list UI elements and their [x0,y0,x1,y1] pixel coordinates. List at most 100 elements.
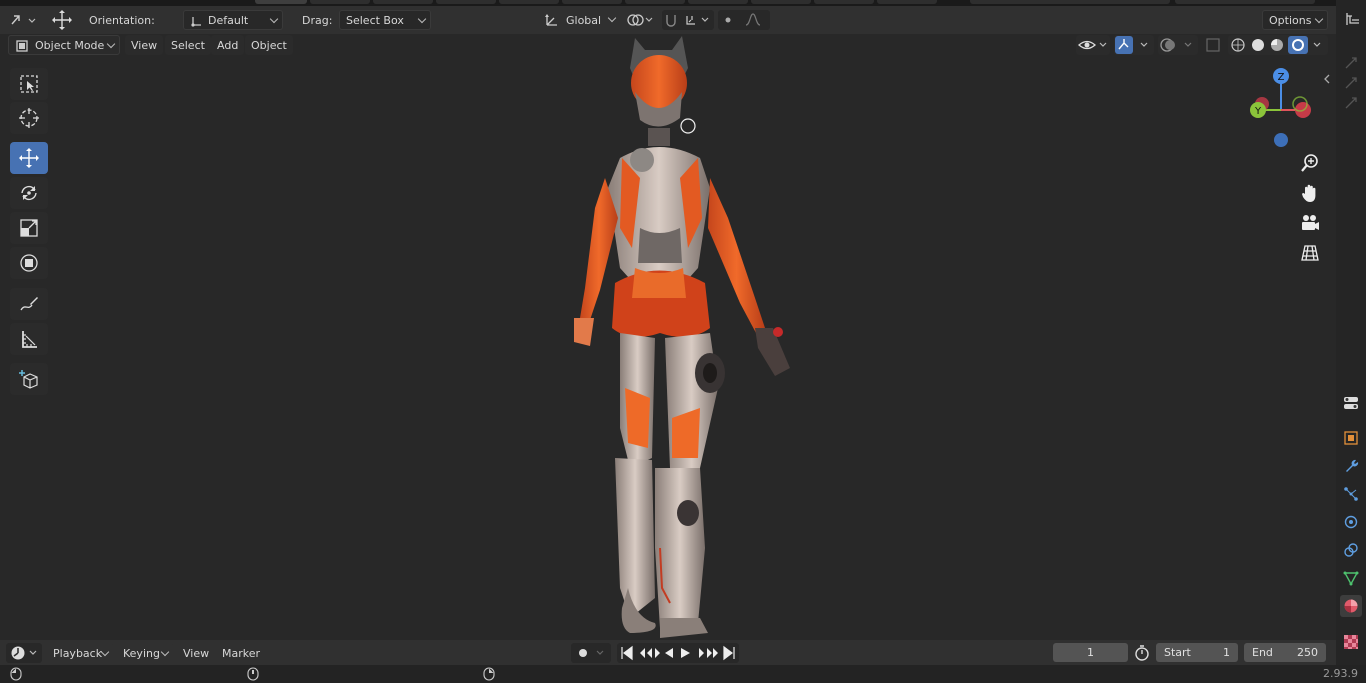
current-frame-field[interactable]: 1 [1053,643,1128,662]
mouse-left-icon [10,667,22,681]
gizmo-toggle[interactable] [1114,35,1154,55]
outliner-editor-icon[interactable] [1342,8,1364,30]
sidebar-toggle-icon[interactable] [1322,73,1332,85]
move-tool[interactable] [10,142,48,174]
xray-toggle[interactable] [1204,35,1224,55]
constraints-icon[interactable] [1340,539,1362,561]
keying-menu[interactable]: Keying [116,643,174,663]
chevron-down-icon [1314,14,1324,24]
menu-add-label: Add [217,38,239,52]
restrict-select-icon[interactable] [1340,72,1362,94]
workspace-tab[interactable] [499,0,559,4]
chevron-down-icon [106,39,116,49]
workspace-tab[interactable] [877,0,937,4]
playback-controls[interactable] [617,643,739,663]
character-model[interactable] [560,28,810,638]
visibility-dropdown[interactable] [1076,35,1110,55]
select-box-tool[interactable] [10,68,48,100]
proportional-edit-icon [725,13,761,26]
workspace-tab[interactable] [814,0,874,4]
transform-tool[interactable] [10,247,48,279]
proportional-edit-toggle[interactable] [718,10,770,30]
move-icon [19,148,39,168]
annotate-tool[interactable] [10,288,48,320]
marker-menu[interactable]: Marker [216,643,266,663]
workspace-tab[interactable] [562,0,622,4]
hand-pan-icon[interactable] [1298,181,1322,205]
workspace-tab[interactable] [751,0,811,4]
perspective-grid-icon[interactable] [1298,241,1322,265]
end-label: End [1252,646,1273,659]
pivot-point-button[interactable] [625,10,657,30]
chevron-down-icon [417,14,427,24]
overlays-icon [1160,38,1192,52]
timeline-view-menu[interactable]: View [177,643,215,663]
menu-view[interactable]: View [125,35,164,55]
scene-field[interactable] [970,0,1170,4]
keying-menu-label: Keying [123,646,160,660]
clock-icon [11,646,37,660]
workspace-tab-active[interactable] [255,0,307,4]
object-mode-icon [16,40,28,52]
timeline-view-label: View [183,646,210,660]
chevron-down-icon [607,13,617,23]
orientation-dropdown[interactable]: Default [183,10,283,30]
material-icon[interactable] [1340,595,1362,617]
transform-orientation-icon [545,14,557,26]
overlays-toggle[interactable] [1158,35,1198,55]
particles-icon[interactable] [1340,483,1362,505]
add-cube-tool[interactable] [10,363,48,395]
options-dropdown[interactable]: Options [1262,10,1328,30]
scale-tool[interactable] [10,212,48,244]
timeline-editor-type-button[interactable] [6,643,42,663]
menu-select-label: Select [171,38,205,52]
playback-menu[interactable]: Playback [46,643,114,663]
orientation-value: Default [208,13,249,27]
modifier-wrench-icon[interactable] [1340,455,1362,477]
gizmo-icon [1115,36,1148,54]
menu-view-label: View [131,38,158,52]
workspace-tab[interactable] [310,0,370,4]
shading-mode-group[interactable] [1228,35,1328,55]
measure-tool[interactable] [10,323,48,355]
view-layer-field[interactable] [1175,0,1315,4]
start-frame-field[interactable]: Start 1 [1156,643,1238,662]
drag-dropdown[interactable]: Select Box [339,10,431,30]
transform-icon [20,254,38,272]
menu-object[interactable]: Object [245,35,293,55]
auto-keying-toggle[interactable] [571,643,611,663]
scale-icon [20,219,38,237]
texture-icon[interactable] [1340,631,1362,653]
rotate-tool[interactable] [10,177,48,209]
transform-orientation-dropdown[interactable]: Global [540,10,620,30]
editor-type-button[interactable] [8,10,40,30]
workspace-tab[interactable] [373,0,433,4]
physics-icon[interactable] [1340,511,1362,533]
restrict-select-icon[interactable] [1340,92,1362,114]
orientation-icon [191,17,201,27]
move-tool-icon[interactable] [50,8,76,32]
navigation-gizmo[interactable]: Y Z [1245,64,1320,154]
object-properties-icon[interactable] [1340,427,1362,449]
current-frame-value: 1 [1087,646,1094,659]
end-frame-field[interactable]: End 250 [1244,643,1326,662]
camera-view-icon[interactable] [1298,211,1322,235]
use-preview-range-toggle[interactable] [1133,643,1153,663]
data-mesh-icon[interactable] [1340,567,1362,589]
restrict-select-icon[interactable] [1340,52,1362,74]
snap-toggle[interactable] [662,10,714,30]
version-label: 2.93.9 [1323,667,1358,680]
xray-icon [1206,38,1220,52]
workspace-tab[interactable] [625,0,685,4]
chevron-down-icon [269,14,279,24]
zoom-icon[interactable] [1298,151,1322,175]
tool-properties-icon[interactable] [1340,392,1362,414]
cursor-tool[interactable] [10,102,48,134]
workspace-tab[interactable] [688,0,748,4]
start-label: Start [1164,646,1191,659]
mode-dropdown[interactable]: Object Mode [8,35,120,55]
workspace-tab[interactable] [436,0,496,4]
annotate-icon [20,297,38,311]
menu-select[interactable]: Select [165,35,211,55]
menu-add[interactable]: Add [211,35,245,55]
